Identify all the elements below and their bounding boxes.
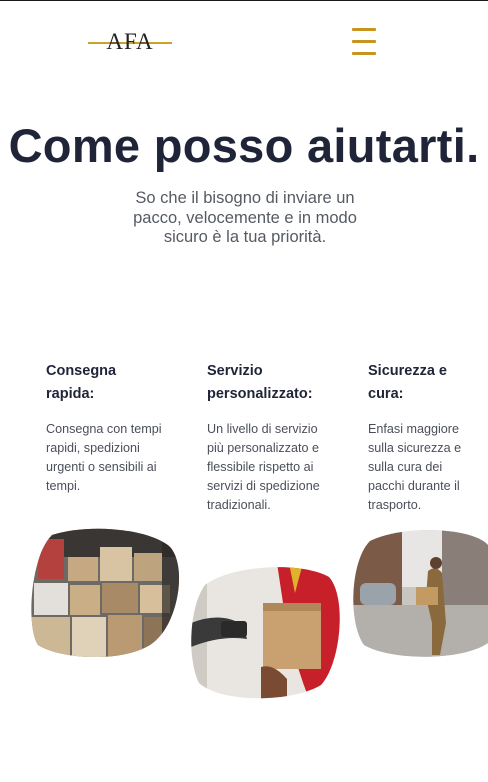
logo-text: AFA bbox=[106, 29, 154, 54]
feature-sicurezza-cura: Sicurezza e cura: Enfasi maggiore sulla … bbox=[368, 360, 474, 515]
feature-title: Servizio personalizzato: bbox=[207, 363, 313, 402]
feature-text: Consegna con tempi rapidi, spedizioni ur… bbox=[46, 422, 162, 493]
feature-title: Sicurezza e cura: bbox=[368, 363, 447, 402]
warehouse-boxes-image bbox=[31, 528, 180, 658]
street-courier-image bbox=[353, 530, 488, 657]
feature-text: Un livello di servizio più personalizzat… bbox=[207, 422, 320, 512]
courier-delivery-image bbox=[191, 567, 340, 699]
hero-subtitle: So che il bisogno di inviare un pacco, v… bbox=[133, 189, 357, 246]
feature-text: Enfasi maggiore sulla sicurezza e sulla … bbox=[368, 422, 462, 512]
feature-title: Consegna rapida: bbox=[46, 363, 117, 402]
feature-servizio-personalizzato: Servizio personalizzato: Un livello di s… bbox=[207, 360, 325, 515]
hamburger-menu-icon[interactable] bbox=[350, 26, 378, 56]
logo[interactable]: AFA bbox=[88, 26, 172, 56]
top-border bbox=[0, 0, 488, 1]
page-title: Come posso aiutarti. bbox=[8, 119, 480, 172]
feature-consegna-rapida: Consegna rapida: Consegna con tempi rapi… bbox=[46, 360, 166, 496]
